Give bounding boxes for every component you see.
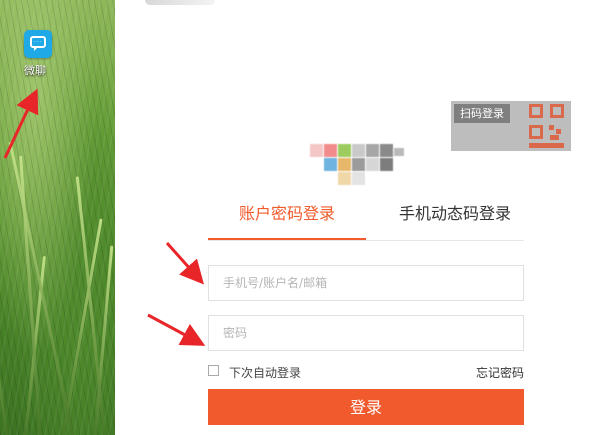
qr-code-icon	[523, 101, 571, 151]
auto-login-label[interactable]: 下次自动登录	[229, 364, 301, 381]
account-input[interactable]	[208, 265, 524, 301]
password-input[interactable]	[208, 315, 524, 351]
brand-logo	[310, 144, 420, 186]
tab-phone-code[interactable]: 手机动态码登录	[386, 200, 524, 240]
qr-login-tag: 扫码登录	[454, 104, 510, 123]
desktop-background: ··· 微聊	[0, 0, 115, 435]
desktop-shortcut-label: 微聊	[24, 64, 46, 77]
login-button[interactable]: 登录	[208, 389, 524, 425]
tab-account-password[interactable]: 账户密码登录	[208, 200, 366, 240]
grass-blade	[0, 197, 11, 435]
chat-bubble-icon: ···	[24, 30, 52, 58]
forgot-password-link[interactable]: 忘记密码	[476, 364, 524, 381]
auto-login-checkbox[interactable]	[208, 365, 219, 376]
window-edge	[145, 0, 215, 5]
grass-blade	[75, 176, 108, 435]
remember-row: 下次自动登录 忘记密码	[208, 364, 524, 380]
qr-login-toggle[interactable]: 扫码登录	[451, 101, 571, 151]
desktop-shortcut-weiliao[interactable]: ··· 微聊	[23, 30, 53, 78]
grass-blade	[8, 141, 78, 435]
login-method-tabs: 账户密码登录 手机动态码登录	[208, 200, 524, 241]
